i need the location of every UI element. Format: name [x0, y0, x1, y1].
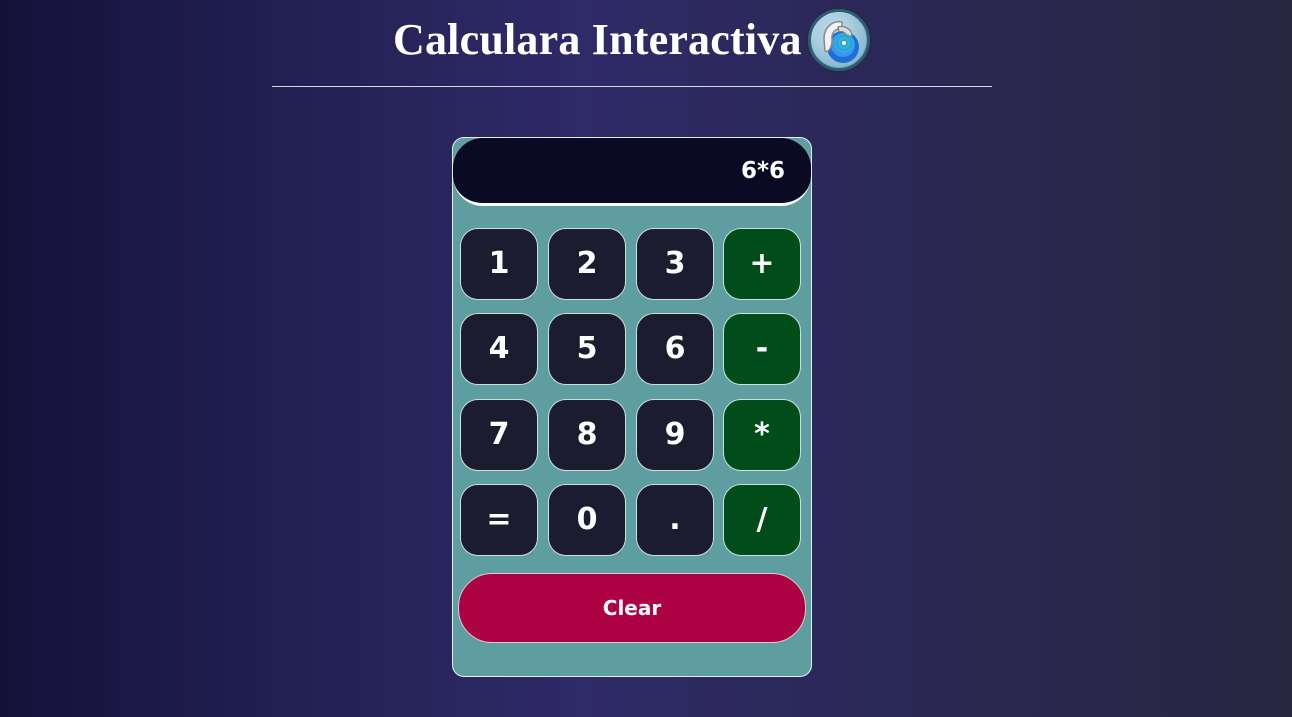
add-button[interactable]: +: [723, 228, 801, 300]
equals-button[interactable]: =: [460, 484, 538, 556]
multiply-button[interactable]: *: [723, 399, 801, 471]
key-3-button[interactable]: 3: [636, 228, 714, 300]
key-1-button[interactable]: 1: [460, 228, 538, 300]
calculator-display: 6*6: [453, 138, 811, 206]
subtract-button[interactable]: -: [723, 313, 801, 385]
page-title: Calculara Interactiva: [393, 15, 802, 64]
key-2-button[interactable]: 2: [548, 228, 626, 300]
header: Calculara Interactiva: [272, 0, 992, 87]
clear-button[interactable]: Clear: [458, 573, 806, 643]
key-5-button[interactable]: 5: [548, 313, 626, 385]
decimal-button[interactable]: .: [636, 484, 714, 556]
divide-button[interactable]: /: [723, 484, 801, 556]
display-value: 6*6: [740, 158, 785, 184]
ceramic-disc-logo-icon: [808, 9, 870, 71]
key-9-button[interactable]: 9: [636, 399, 714, 471]
key-6-button[interactable]: 6: [636, 313, 714, 385]
key-8-button[interactable]: 8: [548, 399, 626, 471]
calculator-panel: 6*6 1 2 3 + 4 5 6 - 7 8 9 * = 0 . / Clea…: [452, 137, 812, 677]
key-7-button[interactable]: 7: [460, 399, 538, 471]
key-0-button[interactable]: 0: [548, 484, 626, 556]
key-4-button[interactable]: 4: [460, 313, 538, 385]
